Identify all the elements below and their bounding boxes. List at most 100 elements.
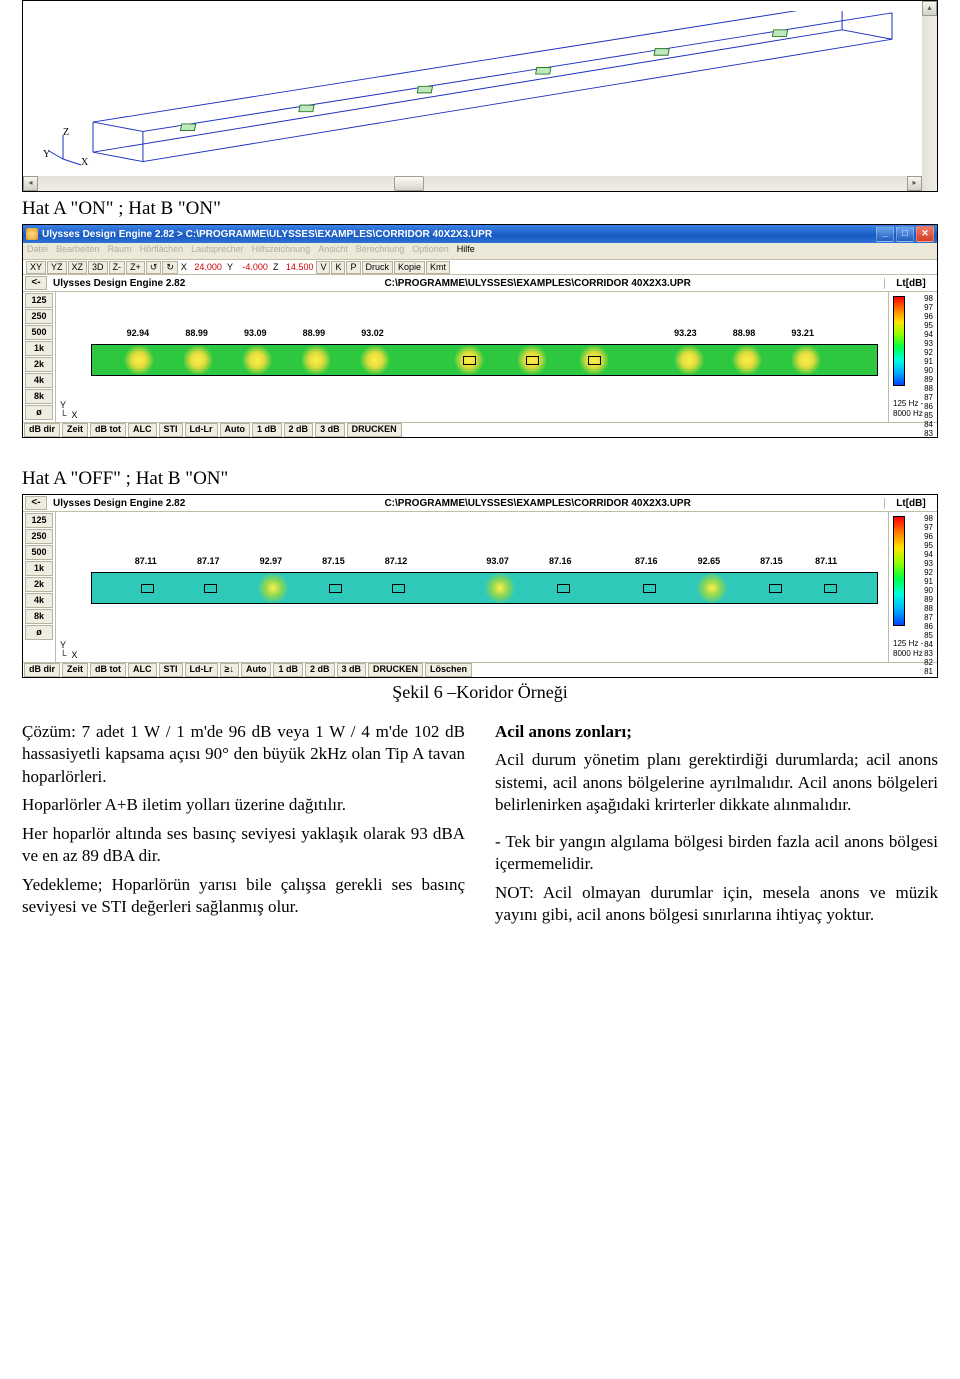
bottom-btn-zeit[interactable]: Zeit	[62, 663, 88, 677]
freq-250[interactable]: 250	[25, 529, 53, 544]
bottom-btn-zeit[interactable]: Zeit	[62, 423, 88, 437]
freq-125[interactable]: 125	[25, 293, 53, 308]
toolbtn-K[interactable]: K	[331, 261, 345, 274]
menu-ansicht[interactable]: Ansicht	[318, 244, 348, 258]
menu-berechnung[interactable]: Berechnung	[356, 244, 405, 258]
speaker-marker	[769, 584, 782, 593]
freq-250[interactable]: 250	[25, 309, 53, 324]
db-label: 92.94	[127, 328, 150, 338]
freq-4k[interactable]: 4k	[25, 373, 53, 388]
legend-tick: 95	[907, 541, 933, 550]
menu-optionen[interactable]: Optionen	[412, 244, 449, 258]
view-XZ[interactable]: XZ	[68, 261, 88, 274]
bottom-btn-2db[interactable]: 2 dB	[305, 663, 335, 677]
coord-toolbar[interactable]: XYYZXZ3DZ-Z+↺↻X24.000Y-4.000Z14.500VKPDr…	[23, 260, 937, 275]
freq-1k[interactable]: 1k	[25, 561, 53, 576]
legend-tick: 91	[907, 357, 933, 366]
view-3D[interactable]: 3D	[88, 261, 108, 274]
menu-raum[interactable]: Raum	[108, 244, 132, 258]
toolbtn-Druck[interactable]: Druck	[362, 261, 394, 274]
bottom-btn-drucken[interactable]: DRUCKEN	[347, 423, 402, 437]
view-XY[interactable]: XY	[26, 261, 46, 274]
freq-8k[interactable]: 8k	[25, 389, 53, 404]
scrollbar-vertical[interactable]: ▴	[922, 1, 937, 191]
hotspot	[791, 345, 821, 375]
toolbtn-P[interactable]: P	[346, 261, 360, 274]
legend-note: 125 Hz - 8000 Hz	[893, 399, 933, 419]
scroll-up-icon[interactable]: ▴	[922, 1, 937, 16]
legend-tick: 97	[907, 303, 933, 312]
menu-hilfszeichnung[interactable]: Hilfszeichnung	[252, 244, 311, 258]
view-Z+[interactable]: Z+	[126, 261, 145, 274]
bottom-toolbar-2[interactable]: dB dirZeitdB totALCSTILd-Lr≥↓Auto1 dB2 d…	[23, 663, 937, 677]
bottom-btn-≥↓[interactable]: ≥↓	[220, 663, 239, 677]
freq-500[interactable]: 500	[25, 325, 53, 340]
bottom-btn-auto[interactable]: Auto	[241, 663, 272, 677]
toolbtn-V[interactable]: V	[316, 261, 330, 274]
menubar[interactable]: Datei Bearbeiten Raum Hörflächen Lautspreche…	[23, 243, 937, 260]
left-p3: Her hoparlör altında ses basınç seviyesi…	[22, 823, 465, 868]
freq-2k[interactable]: 2k	[25, 357, 53, 372]
bottom-btn-drucken[interactable]: DRUCKEN	[368, 663, 423, 677]
bottom-btn-löschen[interactable]: Löschen	[425, 663, 472, 677]
menu-datei[interactable]: Datei	[27, 244, 48, 258]
bottom-btn-dbdir[interactable]: dB dir	[24, 423, 60, 437]
engine-name-2: Ulysses Design Engine 2.82	[49, 498, 185, 509]
bottom-btn-auto[interactable]: Auto	[220, 423, 251, 437]
scroll-left-icon[interactable]: ◂	[23, 176, 38, 191]
bottom-btn-2db[interactable]: 2 dB	[284, 423, 314, 437]
bottom-btn-3db[interactable]: 3 dB	[315, 423, 345, 437]
frequency-column[interactable]: 1252505001k2k4k8kø	[23, 292, 56, 422]
coord-y-label[interactable]: Y	[225, 262, 235, 272]
view-Z-[interactable]: Z-	[109, 261, 126, 274]
freq-ø[interactable]: ø	[25, 625, 53, 640]
bottom-btn-3db[interactable]: 3 dB	[337, 663, 367, 677]
freq-ø[interactable]: ø	[25, 405, 53, 420]
bottom-btn-dbdir[interactable]: dB dir	[24, 663, 60, 677]
scroll-right-icon[interactable]: ▸	[907, 176, 922, 191]
menu-lautsprecher[interactable]: Lautsprecher	[191, 244, 244, 258]
coord-x-label[interactable]: X	[179, 262, 189, 272]
freq-2k[interactable]: 2k	[25, 577, 53, 592]
legend-tick: 94	[907, 330, 933, 339]
rotate-btn[interactable]: ↺	[146, 261, 162, 274]
legend-tick: 97	[907, 523, 933, 532]
toolbtn-Kmt[interactable]: Kmt	[426, 261, 450, 274]
coord-z-label[interactable]: Z	[271, 262, 281, 272]
frequency-column-2[interactable]: 1252505001k2k4k8kø	[23, 512, 56, 662]
view-YZ[interactable]: YZ	[47, 261, 67, 274]
legend-tick: 90	[907, 586, 933, 595]
freq-1k[interactable]: 1k	[25, 341, 53, 356]
db-label: 93.21	[791, 328, 814, 338]
menu-bearbeiten[interactable]: Bearbeiten	[56, 244, 100, 258]
bottom-btn-sti[interactable]: STI	[159, 663, 183, 677]
menu-hörflächen[interactable]: Hörflächen	[140, 244, 184, 258]
file-path-2: C:\PROGRAMME\ULYSSES\EXAMPLES\CORRIDOR 4…	[185, 498, 884, 509]
bottom-btn-dbtot[interactable]: dB tot	[90, 663, 126, 677]
bottom-btn-1db[interactable]: 1 dB	[273, 663, 303, 677]
bottom-btn-1db[interactable]: 1 dB	[252, 423, 282, 437]
bottom-btn-alc[interactable]: ALC	[128, 663, 157, 677]
back-button[interactable]: <-	[25, 276, 47, 290]
bottom-btn-dbtot[interactable]: dB tot	[90, 423, 126, 437]
freq-4k[interactable]: 4k	[25, 593, 53, 608]
freq-125[interactable]: 125	[25, 513, 53, 528]
db-label: 92.65	[698, 556, 721, 566]
back-button-2[interactable]: <-	[25, 496, 47, 510]
legend-tick: 89	[907, 375, 933, 384]
bottom-btn-sti[interactable]: STI	[159, 423, 183, 437]
bottom-btn-ld-lr[interactable]: Ld-Lr	[185, 663, 218, 677]
bottom-btn-ld-lr[interactable]: Ld-Lr	[185, 423, 218, 437]
minimize-button[interactable]: _	[876, 226, 894, 242]
toolbtn-Kopie[interactable]: Kopie	[394, 261, 425, 274]
bottom-toolbar[interactable]: dB dirZeitdB totALCSTILd-LrAuto1 dB2 dB3…	[23, 423, 937, 437]
rotate-btn[interactable]: ↻	[162, 261, 178, 274]
bottom-btn-alc[interactable]: ALC	[128, 423, 157, 437]
freq-500[interactable]: 500	[25, 545, 53, 560]
menu-hilfe[interactable]: Hilfe	[457, 244, 475, 258]
close-button[interactable]: ✕	[916, 226, 934, 242]
scrollbar-horizontal[interactable]: ◂ ▸	[23, 176, 922, 191]
scrollbar-thumb[interactable]	[394, 176, 424, 191]
freq-8k[interactable]: 8k	[25, 609, 53, 624]
maximize-button[interactable]: □	[896, 226, 914, 242]
